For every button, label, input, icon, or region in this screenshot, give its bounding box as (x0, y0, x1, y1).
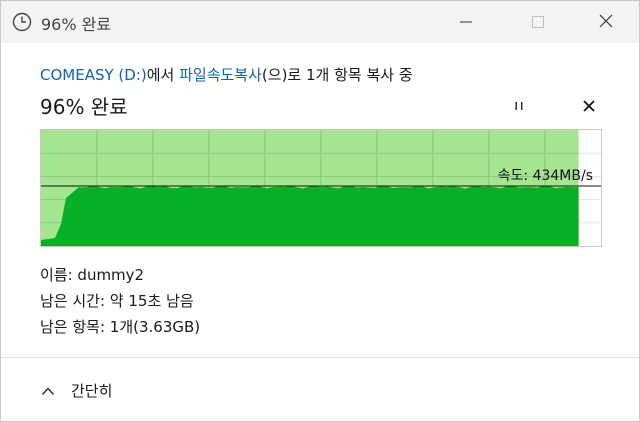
cancel-icon (583, 97, 595, 116)
maximize-button[interactable] (515, 1, 561, 43)
speed-graph-canvas (41, 130, 601, 246)
pause-icon (513, 97, 525, 116)
window-title: 96% 완료 (41, 15, 112, 34)
copy-progress-dialog: 96% 완료 COMEASY (D:)에서 파일속도복사(으)로 1개 항목 복… (0, 0, 640, 422)
items-remaining: 남은 항목: 1개(3.63GB) (40, 318, 201, 336)
cancel-button[interactable] (579, 97, 599, 115)
fewer-details-button[interactable]: 간단히 (41, 378, 112, 402)
close-icon (599, 13, 613, 32)
title-bar[interactable]: 96% 완료 (1, 1, 639, 43)
file-name: 이름: dummy2 (40, 266, 145, 284)
destination-suffix: (으)로 1개 항목 복사 중 (261, 66, 413, 84)
close-button[interactable] (583, 1, 629, 43)
dialog-footer: 간단히 (1, 357, 639, 421)
time-remaining: 남은 시간: 약 15초 남음 (40, 292, 194, 310)
minimize-button[interactable] (443, 1, 489, 43)
speed-label: 속도: 434MB/s (497, 168, 593, 184)
clock-icon (12, 12, 32, 32)
progress-title: 96% 완료 (40, 95, 128, 119)
chevron-up-icon (41, 381, 55, 400)
source-link[interactable]: COMEASY (D:) (40, 66, 147, 84)
source-suffix: 에서 (146, 66, 180, 84)
pause-button[interactable] (509, 97, 529, 115)
minimize-icon (460, 13, 472, 32)
speed-area (41, 185, 579, 246)
maximize-icon (532, 13, 544, 32)
copy-description: COMEASY (D:)에서 파일속도복사(으)로 1개 항목 복사 중 (40, 64, 413, 85)
speed-graph: 속도: 434MB/s (40, 129, 602, 247)
fewer-details-label: 간단히 (71, 381, 113, 400)
destination-link[interactable]: 파일속도복사 (179, 66, 262, 84)
